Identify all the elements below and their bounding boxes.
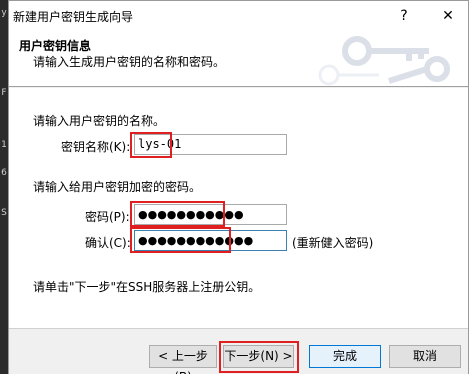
background-window-strip: y F 1 6 S: [0, 0, 8, 374]
wizard-header: 用户密钥信息 请输入生成用户密钥的名称和密码。: [9, 31, 468, 87]
background-fragment: 1: [1, 140, 7, 150]
help-button[interactable]: ?: [387, 4, 421, 28]
key-wizard-dialog: 新建用户密钥生成向导 ? ✕ 用户密钥信息 请输入生成用户密钥的名称和密码。 请…: [8, 0, 469, 374]
window-title: 新建用户密钥生成向导: [13, 10, 134, 24]
finish-button[interactable]: 完成: [309, 345, 381, 368]
confirm-label: 确认(C):: [85, 236, 131, 250]
background-fragment: 6: [1, 168, 7, 178]
key-name-field[interactable]: lys-01: [134, 134, 287, 155]
title-bar: 新建用户密钥生成向导 ? ✕: [9, 1, 468, 31]
reenter-hint: (重新健入密码): [292, 236, 374, 250]
background-fragment: S: [1, 208, 7, 218]
header-title: 用户密钥信息: [19, 39, 92, 53]
header-subtitle: 请输入生成用户密钥的名称和密码。: [33, 55, 226, 69]
cancel-button[interactable]: 取消: [389, 345, 461, 368]
password-field[interactable]: ●●●●●●●●●●●: [134, 204, 287, 225]
password-label: 密码(P):: [85, 210, 130, 224]
wizard-body: 请输入用户密钥的名称。 密钥名称(K): lys-01 请输入给用户密钥加密的密…: [9, 88, 468, 328]
button-bar: < 上一步(B) 下一步(N) > 完成 取消: [9, 328, 468, 374]
background-fragment: y: [1, 8, 7, 18]
confirm-password-field[interactable]: ●●●●●●●●●●●●: [134, 230, 287, 251]
name-prompt: 请输入用户密钥的名称。: [33, 114, 166, 128]
password-prompt: 请输入给用户密钥加密的密码。: [33, 180, 202, 194]
keys-decoration-icon: [318, 36, 450, 86]
background-fragment: F: [1, 88, 7, 98]
next-button[interactable]: 下一步(N) >: [223, 345, 294, 368]
back-button[interactable]: < 上一步(B): [149, 345, 217, 374]
instruction-text: 请单击"下一步"在SSH服务器上注册公钥。: [33, 280, 261, 294]
close-button[interactable]: ✕: [431, 4, 465, 28]
key-name-label: 密钥名称(K):: [61, 140, 131, 154]
